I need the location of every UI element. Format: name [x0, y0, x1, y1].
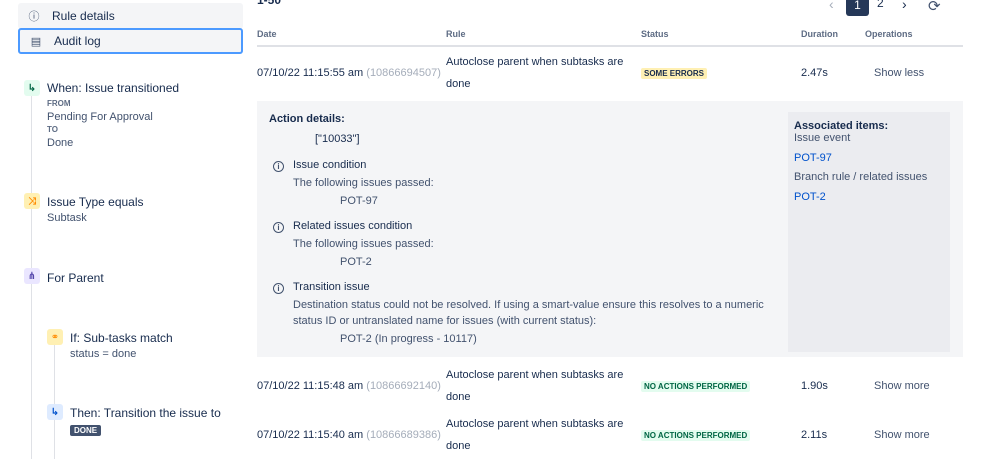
- nav-rule-details[interactable]: ⓘ Rule details: [18, 3, 243, 29]
- detail-title: Transition issue: [293, 281, 370, 293]
- show-more-button[interactable]: Show more: [874, 429, 930, 441]
- column-date: Date: [257, 29, 277, 39]
- column-operations: Operations: [865, 29, 913, 39]
- action-details-value: ["10033"]: [315, 133, 360, 145]
- row-rule-line2: done: [446, 440, 471, 452]
- trigger-from-value: Pending For Approval: [47, 111, 153, 123]
- nav-audit-log-label: Audit log: [54, 34, 101, 48]
- refresh-icon[interactable]: ⟳: [928, 0, 941, 15]
- detail-title: Issue condition: [293, 159, 367, 171]
- nav-rule-details-label: Rule details: [52, 9, 115, 23]
- link-icon: ⚭: [47, 329, 63, 345]
- action-status-lozenge: DONE: [70, 425, 102, 436]
- row-duration: 2.47s: [801, 67, 828, 79]
- trigger-title[interactable]: When: Issue transitioned: [47, 81, 179, 95]
- row-rule-line1: Autoclose parent when subtasks are: [446, 369, 624, 381]
- row-rule-line2: done: [446, 78, 471, 90]
- detail-value: POT-2: [340, 256, 372, 268]
- row-rule-line2: done: [446, 391, 471, 403]
- info-icon: i: [273, 222, 284, 233]
- condition-value: Subtask: [47, 212, 87, 224]
- detail-sub-2: status ID or untranslated name for issue…: [293, 315, 597, 327]
- row-id: (10866689386): [366, 429, 441, 441]
- page-2-button[interactable]: 2: [877, 0, 884, 10]
- detail-value: POT-97: [340, 195, 378, 207]
- chevron-right-icon[interactable]: ›: [902, 0, 907, 12]
- branch-rule-link[interactable]: POT-2: [794, 191, 826, 203]
- row-rule-line1: Autoclose parent when subtasks are: [446, 418, 624, 430]
- if-title[interactable]: If: Sub-tasks match: [70, 331, 173, 345]
- trigger-to-label: TO: [47, 125, 58, 134]
- branch-title[interactable]: For Parent: [47, 271, 104, 285]
- action-title[interactable]: Then: Transition the issue to: [70, 406, 221, 420]
- trigger-icon: ↳: [24, 80, 40, 96]
- row-rule: Autoclose parent when subtasks are done: [446, 364, 626, 408]
- condition-title[interactable]: Issue Type equals: [47, 195, 144, 209]
- associated-items-heading: Associated items:: [794, 120, 889, 132]
- row-date: 07/10/22 11:15:40 am: [257, 429, 364, 441]
- status-badge: NO ACTIONS PERFORMED: [641, 430, 751, 441]
- detail-sub: The following issues passed:: [293, 177, 434, 189]
- column-duration: Duration: [801, 29, 838, 39]
- associated-items-panel: [788, 112, 950, 352]
- row-id: (10866694507): [366, 67, 441, 79]
- result-range: 1-50: [257, 0, 282, 7]
- chevron-left-icon[interactable]: ‹: [829, 0, 834, 12]
- row-rule: Autoclose parent when subtasks are done: [446, 413, 626, 457]
- info-icon: i: [273, 283, 284, 294]
- row-id: (10866692140): [366, 380, 441, 392]
- status-badge: NO ACTIONS PERFORMED: [641, 381, 751, 392]
- trigger-from-label: FROM: [47, 99, 71, 108]
- action-icon: ↳: [47, 404, 63, 420]
- document-icon: ▤: [30, 35, 42, 48]
- table-row-date: 07/10/22 11:15:40 am (10866689386): [257, 429, 441, 441]
- row-duration: 1.90s: [801, 380, 828, 392]
- row-rule-line1: Autoclose parent when subtasks are: [446, 56, 624, 68]
- detail-sub: Destination status could not be resolved…: [293, 299, 764, 311]
- column-rule: Rule: [446, 29, 466, 39]
- table-header-divider: [257, 45, 963, 47]
- action-details-heading: Action details:: [269, 113, 345, 125]
- table-row-date: 07/10/22 11:15:55 am (10866694507): [257, 67, 441, 79]
- info-icon: ⓘ: [28, 11, 40, 23]
- detail-title: Related issues condition: [293, 220, 413, 232]
- column-status: Status: [641, 29, 669, 39]
- branch-icon: ⋔: [24, 268, 40, 284]
- trigger-to-value: Done: [47, 137, 74, 149]
- status-badge: SOME ERRORS: [641, 68, 708, 79]
- branch-rule-label: Branch rule / related issues: [794, 171, 928, 183]
- issue-event-link[interactable]: POT-97: [794, 152, 832, 164]
- row-rule: Autoclose parent when subtasks are done: [446, 51, 626, 95]
- nav-audit-log[interactable]: ▤ Audit log: [18, 28, 243, 54]
- show-less-button[interactable]: Show less: [874, 67, 924, 79]
- row-date: 07/10/22 11:15:55 am: [257, 67, 364, 79]
- row-duration: 2.11s: [801, 429, 828, 441]
- if-value: status = done: [70, 348, 137, 360]
- detail-sub: The following issues passed:: [293, 238, 434, 250]
- issue-event-label: Issue event: [794, 132, 851, 144]
- condition-icon: ⤨: [24, 193, 40, 209]
- row-date: 07/10/22 11:15:48 am: [257, 380, 364, 392]
- table-row-date: 07/10/22 11:15:48 am (10866692140): [257, 380, 441, 392]
- rule-flow-line-nested: [54, 345, 55, 459]
- show-more-button[interactable]: Show more: [874, 380, 930, 392]
- detail-value: POT-2 (In progress - 10117): [340, 333, 477, 345]
- page-1-button[interactable]: 1: [846, 0, 869, 16]
- info-icon: i: [273, 161, 284, 172]
